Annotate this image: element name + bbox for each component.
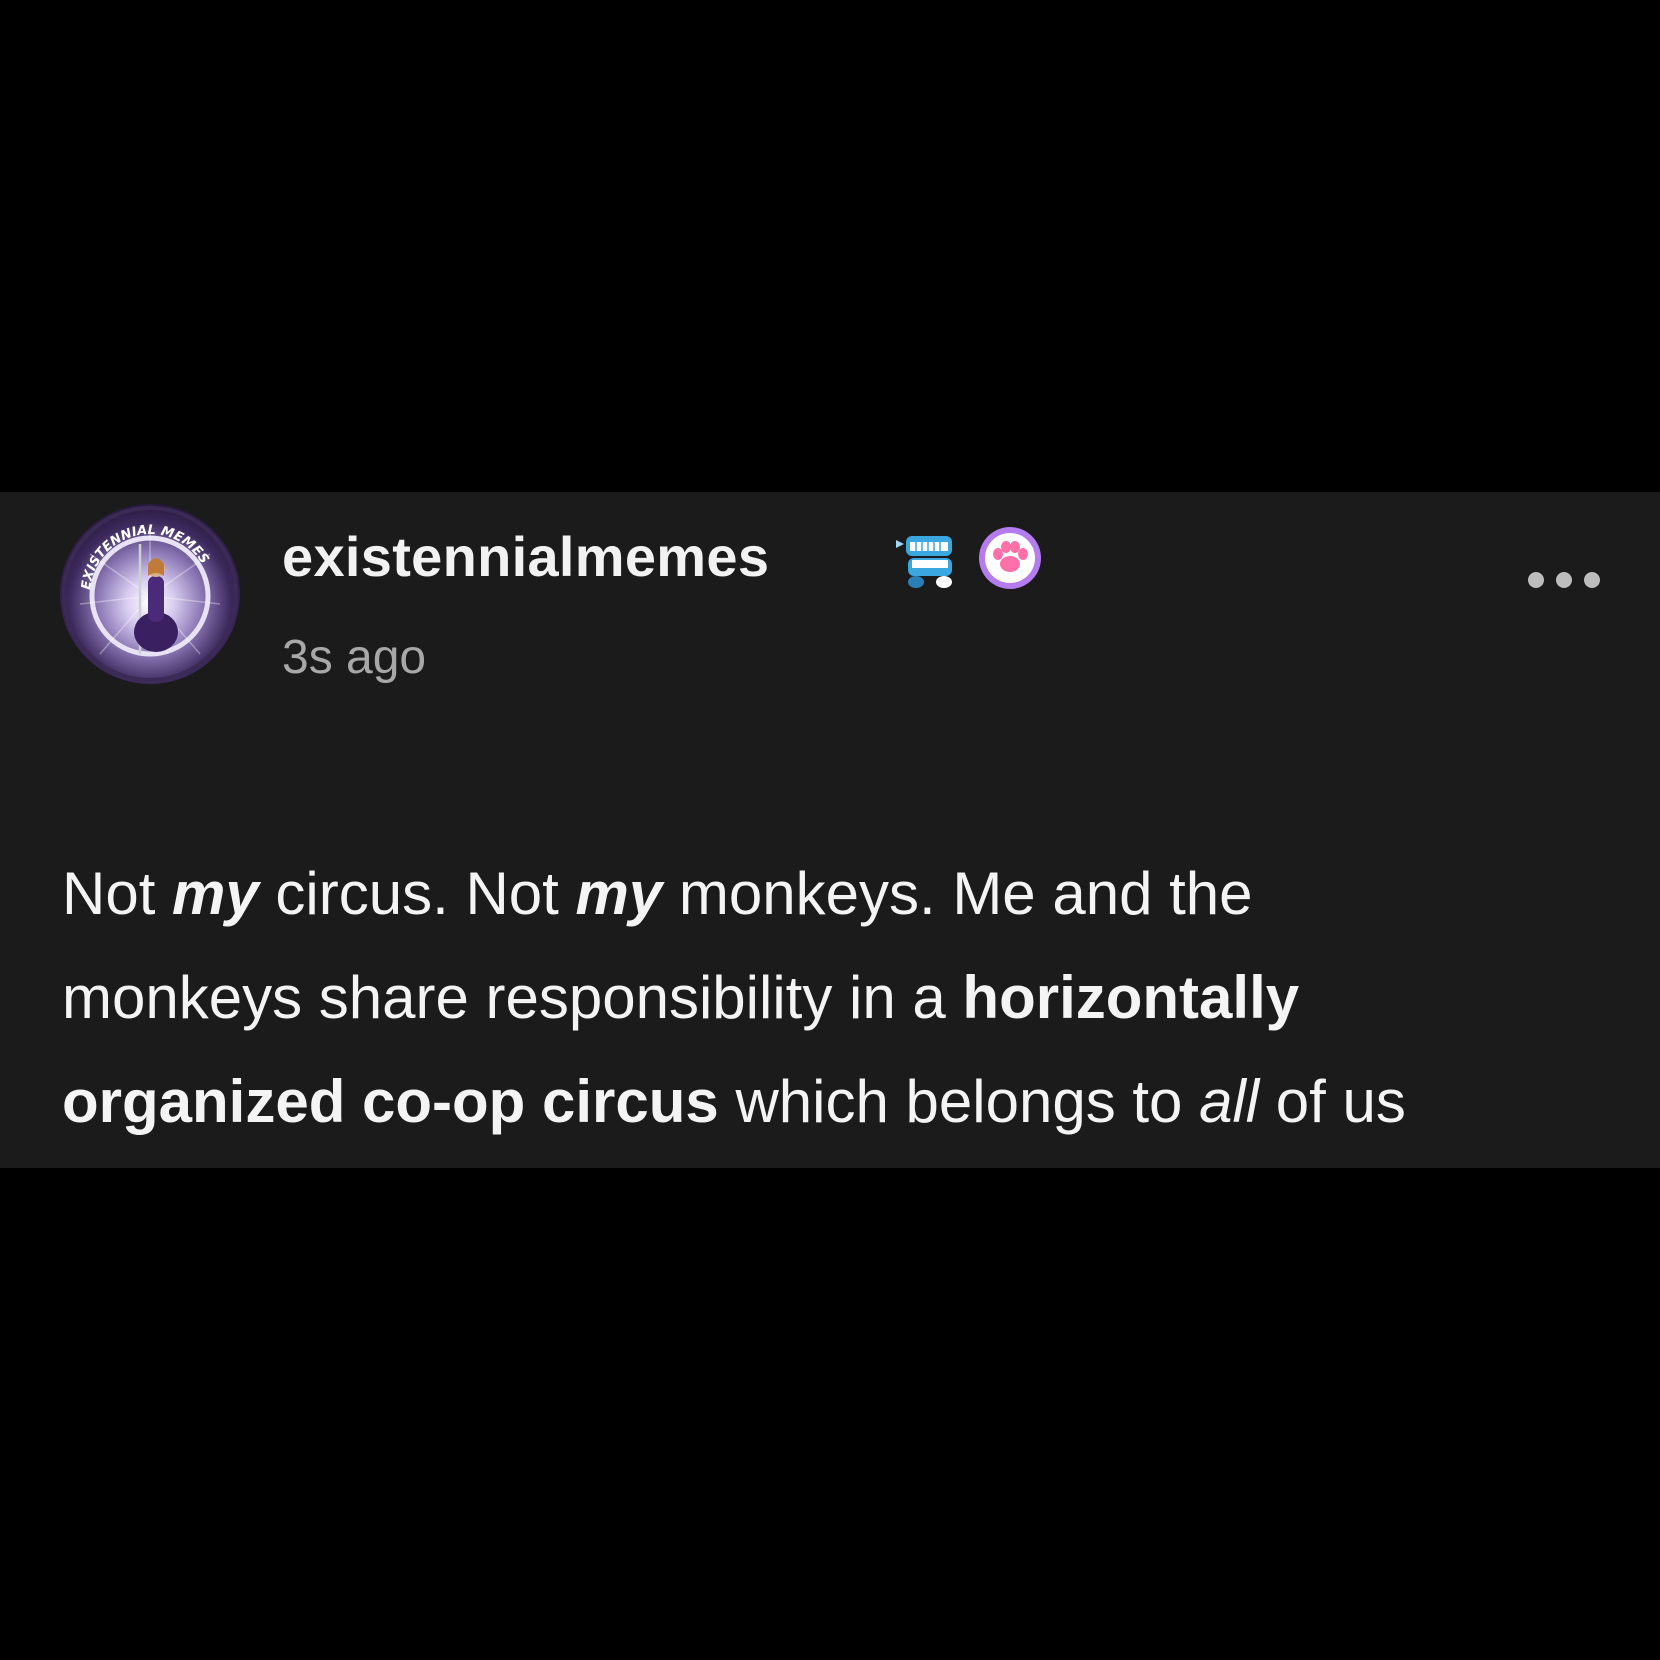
body-text-emphasis: my: [172, 860, 259, 927]
body-text-emphasis: my: [575, 860, 663, 927]
more-options-button[interactable]: [1528, 560, 1600, 600]
body-text: of us: [1259, 1068, 1406, 1135]
post-body-line: Not my circus. Not my monkeys. Me and th…: [62, 842, 1622, 946]
body-text: which belongs to: [718, 1068, 1200, 1135]
body-text: Not: [62, 860, 173, 927]
body-text-bold: horizontally: [962, 964, 1300, 1031]
post-timestamp: 3s ago: [282, 631, 427, 684]
body-text: monkeys share responsibility in a: [62, 964, 963, 1031]
paw-print-icon[interactable]: [978, 526, 1042, 590]
post-body: Not my circus. Not my monkeys. Me and th…: [62, 842, 1622, 1154]
chattering-teeth-icon[interactable]: [894, 530, 964, 592]
avatar-image: EXISTENNIAL MEMES: [62, 506, 238, 682]
page: EXISTENNIAL MEMES existennialmemes 3s ag…: [0, 0, 1660, 1660]
post-card: EXISTENNIAL MEMES existennialmemes 3s ag…: [0, 492, 1660, 1168]
ellipsis-icon: [1556, 572, 1572, 588]
body-text-italic: all: [1199, 1068, 1260, 1135]
post-body-line: monkeys share responsibility in a horizo…: [62, 946, 1622, 1050]
post-body-line: organized co-op circus which belongs to …: [62, 1050, 1622, 1154]
body-text-bold: organized co-op circus: [62, 1068, 719, 1135]
body-text: monkeys. Me and the: [662, 860, 1253, 927]
body-text: circus. Not: [258, 860, 576, 927]
ellipsis-icon: [1528, 572, 1544, 588]
avatar[interactable]: EXISTENNIAL MEMES: [60, 504, 240, 684]
ellipsis-icon: [1584, 572, 1600, 588]
username[interactable]: existennialmemes: [282, 524, 769, 589]
